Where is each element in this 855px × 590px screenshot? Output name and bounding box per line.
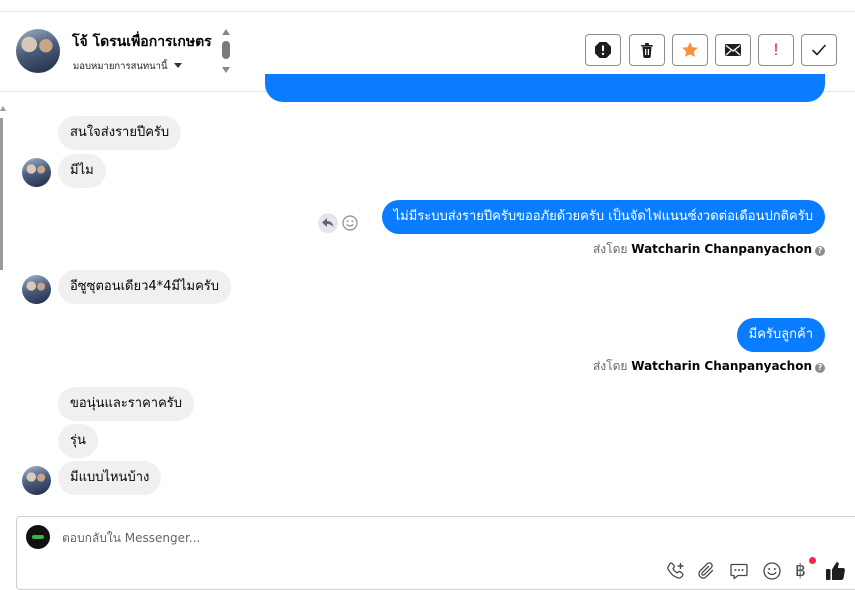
saved-reply-icon[interactable] bbox=[729, 561, 749, 581]
contact-name[interactable]: โจ้ โดรนเพื่อการเกษตร bbox=[72, 31, 212, 53]
assign-conversation-dropdown[interactable]: มอบหมายการสนทนานี้ bbox=[73, 59, 182, 74]
emoji-icon[interactable] bbox=[762, 561, 782, 581]
trash-icon bbox=[639, 42, 655, 58]
assign-label: มอบหมายการสนทนานี้ bbox=[73, 61, 168, 72]
follow-up-button[interactable]: ! bbox=[758, 34, 794, 66]
info-icon[interactable]: ? bbox=[815, 363, 825, 373]
sender-avatar[interactable] bbox=[22, 158, 51, 187]
reply-composer: ฿ bbox=[16, 516, 855, 590]
header-scrollbar[interactable] bbox=[221, 29, 231, 75]
react-emoji-icon[interactable] bbox=[342, 215, 358, 235]
message-bubble-incoming[interactable]: รุ่น bbox=[58, 424, 98, 458]
check-icon bbox=[811, 43, 827, 57]
sent-by-line: ส่งโดย Watcharin Chanpanyachon? bbox=[593, 240, 825, 259]
page-avatar bbox=[26, 525, 50, 549]
delete-button[interactable] bbox=[629, 34, 665, 66]
message-bubble-incoming[interactable]: ขอนุ่นและราคาครับ bbox=[58, 387, 195, 421]
sent-by-label: ส่งโดย bbox=[592, 242, 628, 256]
sender-avatar[interactable] bbox=[22, 275, 51, 304]
message-bubble-incoming[interactable]: มีแบบไหนบ้าง bbox=[58, 461, 162, 495]
attachment-icon[interactable] bbox=[697, 561, 717, 581]
message-bubble-outgoing[interactable]: มีครับลูกค้า bbox=[736, 318, 825, 352]
follow-up-icon: ! bbox=[773, 40, 779, 59]
sent-by-name[interactable]: Watcharin Chanpanyachon bbox=[631, 359, 812, 373]
mark-done-button[interactable] bbox=[801, 34, 837, 66]
sent-by-line: ส่งโดย Watcharin Chanpanyachon? bbox=[593, 357, 825, 376]
scroll-thumb[interactable] bbox=[222, 41, 230, 59]
mail-icon bbox=[724, 43, 742, 57]
page-scrollbar[interactable] bbox=[0, 118, 3, 270]
message-bubble-incoming[interactable]: อีซูซุตอนเดียว4*4มีไมครับ bbox=[58, 270, 232, 304]
info-icon[interactable]: ? bbox=[815, 246, 825, 256]
sent-by-label: ส่งโดย bbox=[592, 359, 628, 373]
star-button[interactable] bbox=[672, 34, 708, 66]
scroll-up-arrow-icon[interactable] bbox=[222, 29, 230, 35]
scroll-down-arrow-icon[interactable] bbox=[222, 67, 230, 73]
spam-icon bbox=[594, 41, 612, 59]
contact-avatar[interactable] bbox=[16, 29, 60, 73]
message-bubble-incoming[interactable]: มีไม bbox=[58, 154, 106, 188]
notification-dot bbox=[809, 557, 816, 564]
reply-icon[interactable] bbox=[317, 213, 339, 237]
mark-spam-button[interactable] bbox=[585, 34, 621, 66]
call-add-icon[interactable] bbox=[666, 561, 686, 581]
sender-avatar[interactable] bbox=[22, 466, 51, 495]
star-icon bbox=[681, 41, 699, 59]
sent-by-name[interactable]: Watcharin Chanpanyachon bbox=[631, 242, 812, 256]
message-bubble-outgoing[interactable]: ไม่มีระบบส่งรายปีครับขออภัยด้วยครับ เป็น… bbox=[381, 200, 825, 234]
baht-payment-icon[interactable]: ฿ bbox=[795, 561, 806, 581]
message-bubble-incoming[interactable]: สนใจส่งรายปีครับ bbox=[58, 116, 182, 150]
previous-message-bubble bbox=[265, 74, 825, 102]
mark-unread-button[interactable] bbox=[715, 34, 751, 66]
message-actions bbox=[317, 213, 361, 233]
page-scroll-up-icon[interactable] bbox=[0, 106, 6, 111]
like-icon[interactable] bbox=[825, 561, 845, 581]
reply-input[interactable] bbox=[62, 531, 562, 545]
caret-down-icon bbox=[173, 63, 182, 68]
